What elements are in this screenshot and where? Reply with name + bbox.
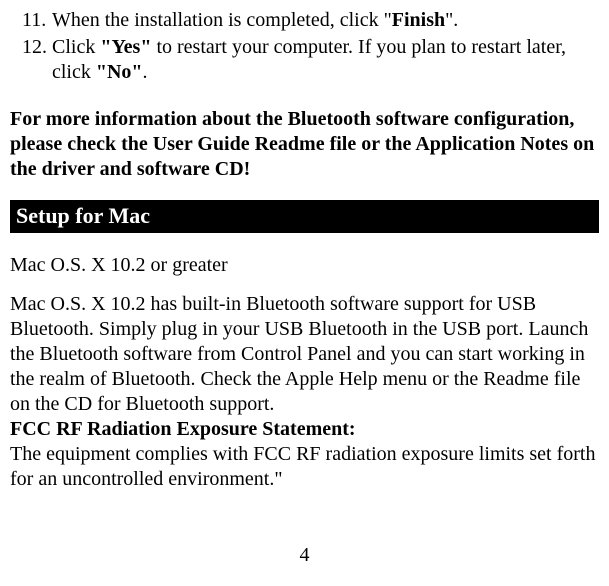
instruction-list: 11. When the installation is completed, … xyxy=(10,8,599,85)
section-header-setup-mac: Setup for Mac xyxy=(10,200,599,233)
list-text-bold2: "No" xyxy=(96,61,143,83)
list-number: 11. xyxy=(22,8,46,33)
page-number: 4 xyxy=(0,543,609,568)
list-text-prefix: Click xyxy=(52,36,100,58)
sub-heading: Mac O.S. X 10.2 or greater xyxy=(10,253,599,278)
list-text-suffix2: . xyxy=(143,61,148,83)
list-text-bold: "Yes" xyxy=(100,36,151,58)
fcc-text: The equipment complies with FCC RF radia… xyxy=(10,442,599,492)
list-text-suffix: ". xyxy=(445,9,458,31)
list-number: 12. xyxy=(22,35,47,60)
body-paragraph: Mac O.S. X 10.2 has built-in Bluetooth s… xyxy=(10,292,599,417)
list-item-11: 11. When the installation is completed, … xyxy=(52,8,599,33)
list-item-12: 12. Click "Yes" to restart your computer… xyxy=(52,35,599,85)
list-text-prefix: When the installation is completed, clic… xyxy=(52,9,392,31)
fcc-heading: FCC RF Radiation Exposure Statement: xyxy=(10,417,599,442)
info-paragraph: For more information about the Bluetooth… xyxy=(10,107,599,182)
list-text-bold: Finish xyxy=(392,9,445,31)
